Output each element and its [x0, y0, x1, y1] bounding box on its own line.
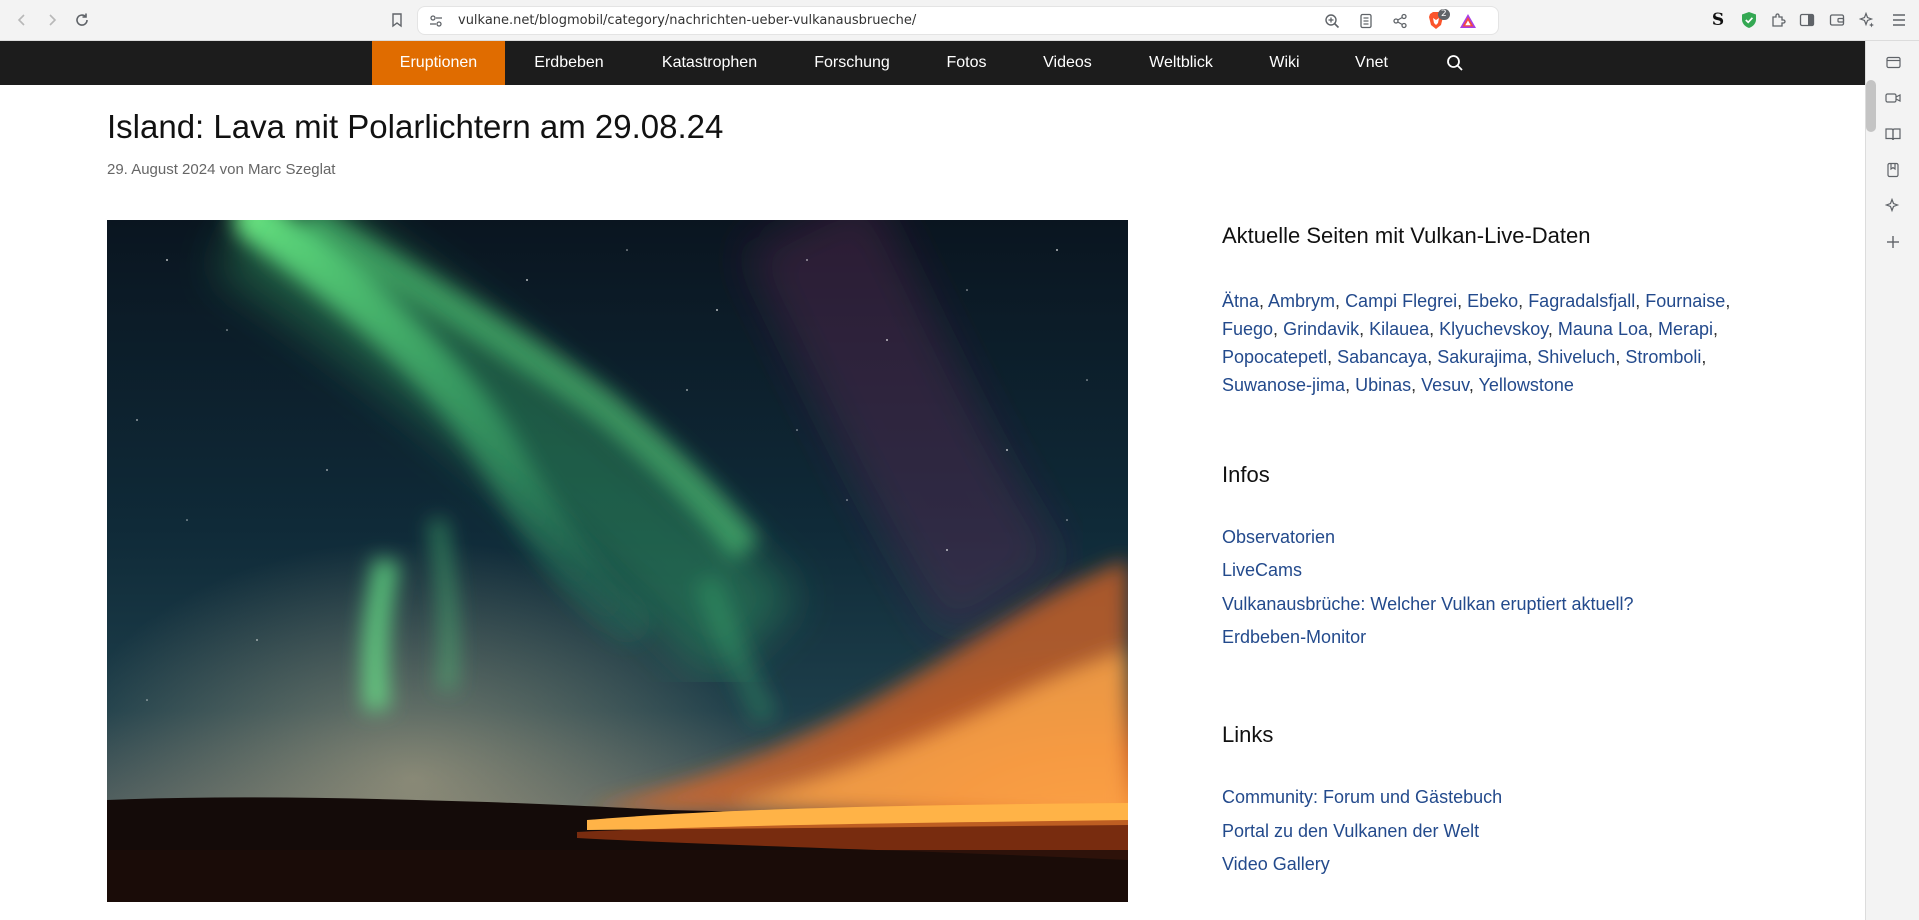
search-icon[interactable]	[1430, 41, 1480, 85]
nav-fotos[interactable]: Fotos	[918, 41, 1015, 85]
link-erdbeben-monitor[interactable]: Erdbeben-Monitor	[1222, 627, 1366, 648]
volcano-link-fuego[interactable]: Fuego	[1222, 319, 1273, 339]
reload-icon[interactable]	[70, 8, 94, 32]
back-icon[interactable]	[10, 8, 34, 32]
infos-heading: Infos	[1222, 462, 1270, 487]
volcano-link-vesuv[interactable]: Vesuv	[1421, 375, 1469, 395]
reader-icon[interactable]	[1356, 11, 1376, 31]
brave-shields-icon[interactable]: 2	[1426, 9, 1450, 31]
nav-videos[interactable]: Videos	[1015, 41, 1120, 85]
nav-katastrophen[interactable]: Katastrophen	[633, 41, 786, 85]
leo-icon[interactable]	[1855, 8, 1879, 32]
leo-icon[interactable]	[1883, 196, 1903, 216]
scrollbar-thumb[interactable]	[1866, 80, 1876, 132]
forward-icon[interactable]	[40, 8, 64, 32]
link-vulkanausbrueche[interactable]: Vulkanausbrüche: Welcher Vulkan eruptier…	[1222, 594, 1634, 615]
volcano-link-stromboli[interactable]: Stromboli	[1625, 347, 1701, 367]
extensions-icon[interactable]	[1766, 8, 1790, 32]
link-portal[interactable]: Portal zu den Vulkanen der Welt	[1222, 821, 1479, 842]
volcano-link--tna[interactable]: Ätna	[1222, 291, 1259, 311]
volcano-link-sakurajima[interactable]: Sakurajima	[1437, 347, 1527, 367]
hero-image-aurora-lava[interactable]	[107, 220, 1128, 902]
volcano-link-suwanose-jima[interactable]: Suwanose-jima	[1222, 375, 1345, 395]
nav-wiki[interactable]: Wiki	[1242, 41, 1327, 85]
article-meta: 29. August 2024 von Marc Szeglat	[107, 161, 336, 178]
shield-check-icon[interactable]	[1737, 8, 1761, 32]
extension-s-icon[interactable]: S	[1706, 8, 1730, 32]
volcano-link-kilauea[interactable]: Kilauea	[1369, 319, 1429, 339]
sidebar-icon[interactable]	[1795, 8, 1819, 32]
reading-list-icon[interactable]	[1883, 124, 1903, 144]
link-observatorien[interactable]: Observatorien	[1222, 527, 1335, 548]
nav-eruptionen[interactable]: Eruptionen	[372, 41, 505, 85]
shields-badge: 2	[1438, 9, 1450, 20]
wallet-icon[interactable]	[1883, 52, 1903, 72]
add-icon[interactable]	[1883, 232, 1903, 252]
volcano-link-klyuchevskoy[interactable]: Klyuchevskoy	[1439, 319, 1548, 339]
brave-rewards-icon[interactable]	[1458, 11, 1478, 31]
bookmark-icon[interactable]	[385, 8, 409, 32]
volcano-link-yellowstone[interactable]: Yellowstone	[1479, 375, 1574, 395]
volcano-link-sabancaya[interactable]: Sabancaya	[1337, 347, 1427, 367]
wallet-icon[interactable]	[1825, 8, 1849, 32]
nav-vnet[interactable]: Vnet	[1327, 41, 1416, 85]
volcano-link-ambrym[interactable]: Ambrym	[1268, 291, 1335, 311]
page-title: Island: Lava mit Polarlichtern am 29.08.…	[107, 108, 724, 145]
volcano-list: Ätna, Ambrym, Campi Flegrei, Ebeko, Fagr…	[1222, 291, 1731, 395]
url-text[interactable]: vulkane.net/blogmobil/category/nachricht…	[458, 13, 916, 28]
volcano-link-fournaise[interactable]: Fournaise	[1645, 291, 1725, 311]
video-icon[interactable]	[1883, 88, 1903, 108]
browser-sidebar-panel	[1865, 41, 1919, 920]
link-video-gallery[interactable]: Video Gallery	[1222, 854, 1330, 875]
live-data-heading: Aktuelle Seiten mit Vulkan-Live-Daten	[1222, 223, 1591, 248]
nav-weltblick[interactable]: Weltblick	[1120, 41, 1242, 85]
site-navigation: Eruptionen Erdbeben Katastrophen Forschu…	[0, 41, 1865, 85]
links-heading: Links	[1222, 722, 1274, 747]
address-bar[interactable]: vulkane.net/blogmobil/category/nachricht…	[417, 6, 1499, 35]
nav-erdbeben[interactable]: Erdbeben	[505, 41, 633, 85]
zoom-icon[interactable]	[1322, 11, 1342, 31]
volcano-link-ubinas[interactable]: Ubinas	[1355, 375, 1411, 395]
volcano-link-merapi[interactable]: Merapi	[1658, 319, 1713, 339]
volcano-link-grindavik[interactable]: Grindavik	[1283, 319, 1359, 339]
nav-forschung[interactable]: Forschung	[786, 41, 918, 85]
volcano-link-ebeko[interactable]: Ebeko	[1467, 291, 1518, 311]
link-livecams[interactable]: LiveCams	[1222, 560, 1302, 581]
volcano-link-shiveluch[interactable]: Shiveluch	[1537, 347, 1615, 367]
volcano-link-mauna-loa[interactable]: Mauna Loa	[1558, 319, 1648, 339]
bookmarks-icon[interactable]	[1883, 160, 1903, 180]
volcano-link-popocatepetl[interactable]: Popocatepetl	[1222, 347, 1327, 367]
browser-toolbar: vulkane.net/blogmobil/category/nachricht…	[0, 0, 1919, 41]
site-info-icon[interactable]	[426, 11, 446, 31]
menu-icon[interactable]	[1887, 8, 1911, 32]
volcano-link-fagradalsfjall[interactable]: Fagradalsfjall	[1528, 291, 1635, 311]
link-community[interactable]: Community: Forum und Gästebuch	[1222, 787, 1502, 808]
volcano-link-campi-flegrei[interactable]: Campi Flegrei	[1345, 291, 1457, 311]
share-icon[interactable]	[1390, 11, 1410, 31]
